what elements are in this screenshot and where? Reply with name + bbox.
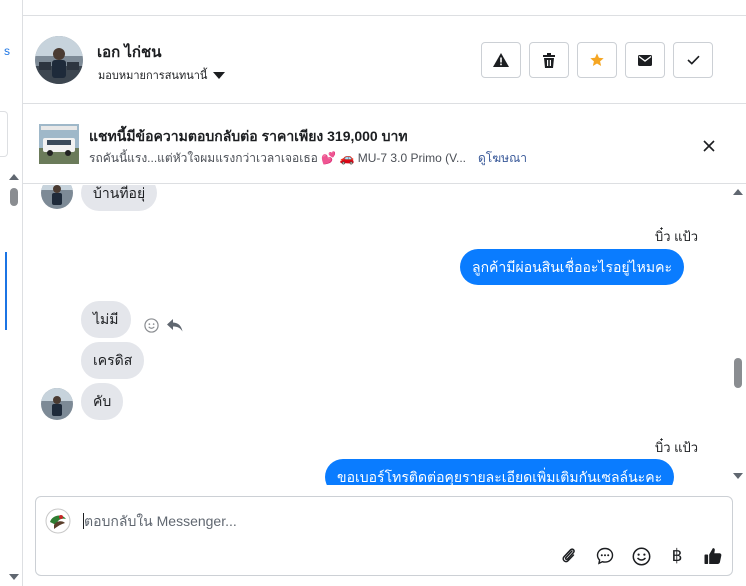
ad-subtitle: รถคันนี้แรง...แต่หัวใจผมแรงกว่าเวลาเจอเธ… (89, 151, 467, 165)
speech-bubble-icon (596, 547, 614, 565)
mark-done-button[interactable] (673, 42, 713, 78)
check-icon (686, 55, 700, 65)
sender-name: บิ๋ว แป้ว (655, 229, 699, 244)
list-accent-mark: s (4, 44, 10, 58)
composer-tools: ฿ (556, 543, 726, 569)
baht-icon: ฿ (671, 546, 683, 566)
envelope-icon (638, 54, 652, 66)
caret-down-icon (213, 71, 226, 79)
alert-icon (493, 53, 509, 67)
conversation-header: เอก ไก่ชน มอบหมายการสนทนานี้ (23, 16, 746, 104)
incoming-message[interactable]: ไม่มี (81, 301, 131, 338)
message-tools (144, 318, 183, 333)
incoming-message[interactable]: เครดิส (81, 342, 145, 379)
thumbs-up-icon (704, 548, 722, 564)
assign-label: มอบหมายการสนทนานี้ (98, 70, 208, 82)
page-avatar (44, 507, 72, 535)
delete-button[interactable] (529, 42, 569, 78)
incoming-message[interactable]: คับ (81, 383, 124, 420)
ad-subtitle-row: รถคันนี้แรง...แต่หัวใจผมแรงกว่าเวลาเจอเธ… (89, 149, 527, 168)
ad-context-banner: แชทนี้มีข้อความตอบกลับต่อ ราคาเพียง 319,… (23, 104, 746, 184)
contact-avatar-small (41, 388, 73, 420)
star-icon (590, 53, 604, 66)
ad-thumbnail[interactable] (39, 124, 79, 164)
assign-conversation-dropdown[interactable]: มอบหมายการสนทนานี้ (98, 66, 226, 84)
contact-name: เอก ไก่ชน (97, 44, 162, 61)
reply-composer: ฿ (35, 496, 733, 576)
thread-scroll-down-arrow[interactable] (733, 473, 743, 479)
list-scroll-down-arrow[interactable] (9, 574, 19, 580)
close-banner-button[interactable] (699, 136, 719, 156)
message-thread[interactable]: บ้านที่อยุ่ บิ๋ว แป้ว ลูกค้ามีผ่อนสินเชื… (23, 185, 746, 485)
thread-scroll-up-arrow[interactable] (733, 189, 743, 195)
conversation-actions (481, 42, 713, 78)
outgoing-message[interactable]: ลูกค้ามีผ่อนสินเชื่ออะไรอยู่ไหมคะ (460, 249, 684, 285)
incoming-message[interactable]: บ้านที่อยุ่ (81, 185, 158, 211)
mark-unread-button[interactable] (625, 42, 665, 78)
saved-replies-button[interactable] (592, 543, 618, 569)
paperclip-icon (562, 548, 575, 563)
list-item-edge[interactable] (0, 111, 8, 157)
emoji-icon (632, 547, 650, 565)
contact-avatar[interactable] (35, 36, 83, 84)
view-ad-link[interactable]: ดูโฆษณา (478, 149, 527, 168)
attach-button[interactable] (556, 543, 582, 569)
thread-scrollbar-thumb[interactable] (734, 358, 742, 388)
close-icon (703, 140, 715, 152)
message-input[interactable] (84, 511, 704, 531)
active-conversation-indicator (5, 252, 7, 330)
outgoing-message[interactable]: ขอเบอร์โทรติดต่อคุยรายละเอียดเพิ่มเติมกั… (325, 459, 675, 485)
ad-title: แชทนี้มีข้อความตอบกลับต่อ ราคาเพียง 319,… (89, 128, 408, 144)
like-button[interactable] (700, 543, 726, 569)
trash-icon (543, 52, 555, 68)
list-scroll-up-arrow[interactable] (9, 174, 19, 180)
react-emoji-icon[interactable] (144, 318, 159, 333)
star-button[interactable] (577, 42, 617, 78)
contact-avatar-small (41, 185, 73, 209)
payment-button[interactable]: ฿ (664, 543, 690, 569)
conversation-list-edge: s (0, 0, 23, 586)
reply-icon[interactable] (167, 319, 183, 332)
thread-scrollbar[interactable] (730, 185, 746, 485)
mark-spam-button[interactable] (481, 42, 521, 78)
emoji-button[interactable] (628, 543, 654, 569)
sender-name: บิ๋ว แป้ว (655, 440, 699, 455)
list-scrollbar-thumb[interactable] (10, 188, 18, 206)
